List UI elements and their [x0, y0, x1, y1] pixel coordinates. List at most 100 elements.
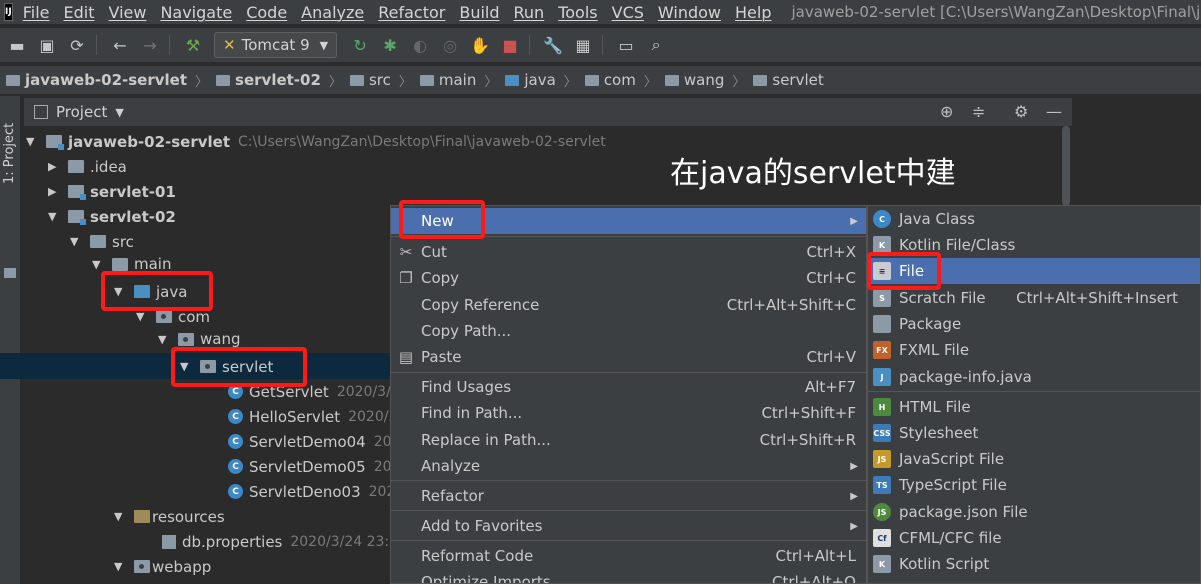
build-hammer-icon[interactable]: ⚒ — [180, 32, 206, 58]
search-icon[interactable]: ⌕ — [643, 32, 669, 58]
submenu-item-package[interactable]: Package — [868, 311, 1200, 337]
package-icon — [156, 310, 172, 323]
menu-run[interactable]: Run — [514, 3, 545, 22]
menu-item-copy-reference[interactable]: Copy Reference Ctrl+Alt+Shift+C — [391, 292, 866, 318]
run-configuration-select[interactable]: ✕ Tomcat 9 ▼ — [214, 32, 338, 58]
submenu-item-kotlin-script[interactable]: K Kotlin Script — [868, 551, 1200, 577]
menu-analyze[interactable]: Analyze — [301, 3, 364, 22]
tree-item-src[interactable]: ▼ src — [70, 229, 134, 254]
menu-item-find-usages[interactable]: Find Usages Alt+F7 — [391, 374, 866, 400]
attach-icon[interactable]: ✋ — [467, 32, 493, 58]
menu-separator — [391, 372, 866, 373]
project-view-selector[interactable]: Project ▼ — [34, 103, 124, 121]
forward-icon[interactable]: → — [137, 32, 163, 58]
rerun-icon[interactable]: ↻ — [347, 32, 373, 58]
tree-scrollbar[interactable] — [1062, 126, 1070, 206]
tree-item-class[interactable]: C ServletDemo04 202 — [228, 429, 400, 454]
submenu-item-cfml[interactable]: Cf CFML/CFC file — [868, 525, 1200, 551]
submenu-item-html[interactable]: H HTML File — [868, 394, 1200, 420]
java-class-icon: C — [228, 484, 243, 499]
menu-code[interactable]: Code — [246, 3, 287, 22]
menu-item-find-in-path[interactable]: Find in Path... Ctrl+Shift+F — [391, 400, 866, 426]
expanded-arrow-icon: ▼ — [114, 560, 123, 573]
submenu-item-javascript[interactable]: JS JavaScript File — [868, 446, 1200, 472]
settings-wrench-icon[interactable]: 🔧 — [540, 32, 566, 58]
menu-refactor[interactable]: Refactor — [378, 3, 445, 22]
back-icon[interactable]: ← — [107, 32, 133, 58]
menu-vcs[interactable]: VCS — [612, 3, 644, 22]
expanded-arrow-icon: ▼ — [70, 235, 79, 248]
menu-view[interactable]: View — [108, 3, 146, 22]
menu-tools[interactable]: Tools — [558, 3, 597, 22]
menu-item-replace-in-path[interactable]: Replace in Path... Ctrl+Shift+R — [391, 427, 866, 453]
package-icon — [873, 315, 891, 333]
menu-help[interactable]: Help — [735, 3, 771, 22]
breadcrumb-item[interactable]: src — [349, 71, 391, 89]
tree-item-root[interactable]: ▼ javaweb-02-servlet C:\Users\WangZan\De… — [26, 129, 606, 154]
coverage-icon[interactable]: ◐ — [407, 32, 433, 58]
tree-item-idea[interactable]: ▶ .idea — [48, 154, 127, 179]
debug-bug-icon[interactable]: ✱ — [377, 32, 403, 58]
tree-item-resources[interactable]: ▼ resources — [114, 504, 225, 529]
save-icon[interactable]: ▣ — [34, 32, 60, 58]
menu-item-cut[interactable]: ✂ Cut Ctrl+X — [391, 239, 866, 265]
breadcrumb-item[interactable]: wang — [664, 71, 724, 89]
submenu-item-package-json[interactable]: JS package.json File — [868, 499, 1200, 525]
tree-item-label: servlet-02 — [90, 207, 176, 226]
menu-item-optimize-imports[interactable]: Optimize Imports Ctrl+Alt+O — [391, 569, 866, 583]
breadcrumb-item[interactable]: main — [419, 71, 476, 89]
menu-file[interactable]: File — [23, 3, 50, 22]
tree-item-class[interactable]: C ServletDeno03 202 — [228, 479, 395, 504]
submenu-arrow-icon: ▶ — [850, 460, 858, 472]
menu-navigate[interactable]: Navigate — [160, 3, 232, 22]
favorites-icon[interactable] — [4, 268, 16, 278]
open-folder-icon[interactable]: ▬ — [4, 32, 30, 58]
fxml-file-icon: FX — [873, 341, 891, 359]
submenu-item-package-info[interactable]: Jpackage-info.java — [868, 364, 1200, 390]
submenu-item-java-class[interactable]: C Java Class — [868, 206, 1200, 232]
breadcrumb-item[interactable]: servlet-02 — [216, 71, 321, 89]
submenu-item-typescript[interactable]: TS TypeScript File — [868, 472, 1200, 498]
hide-panel-icon[interactable]: — — [1046, 102, 1062, 121]
tree-item-class[interactable]: C ServletDemo05 202 — [228, 454, 400, 479]
menu-item-reformat-code[interactable]: Reformat Code Ctrl+Alt+L — [391, 543, 866, 569]
submenu-item-stylesheet[interactable]: CSS Stylesheet — [868, 420, 1200, 446]
menu-item-paste[interactable]: ▤ Paste Ctrl+V — [391, 344, 866, 370]
breadcrumb-item[interactable]: java — [505, 71, 556, 89]
breadcrumb-item[interactable]: com — [584, 71, 636, 89]
collapse-all-icon[interactable]: ≑ — [972, 102, 985, 121]
menu-item-refactor[interactable]: Refactor ▶ — [391, 483, 866, 509]
properties-file-icon — [162, 534, 176, 549]
package-icon — [664, 74, 679, 86]
menu-item-analyze[interactable]: Analyze ▶ — [391, 453, 866, 479]
kotlin-script-icon: K — [873, 555, 891, 573]
javascript-file-icon: JS — [873, 450, 891, 468]
menu-window[interactable]: Window — [658, 3, 721, 22]
gear-icon[interactable]: ⚙ — [1014, 102, 1028, 121]
package-icon — [753, 74, 768, 86]
tree-item-servlet-02[interactable]: ▼ servlet-02 — [48, 204, 176, 229]
project-panel-header: Project ▼ ⊕ ≑ ⚙ — — [24, 98, 1072, 126]
menu-build[interactable]: Build — [459, 3, 499, 22]
menu-item-add-to-favorites[interactable]: Add to Favorites ▶ — [391, 513, 866, 539]
project-structure-icon[interactable]: ▦ — [570, 32, 596, 58]
stop-icon[interactable]: ■ — [497, 32, 523, 58]
sync-icon[interactable]: ⟳ — [64, 32, 90, 58]
folder-icon — [349, 74, 364, 86]
tree-item-class[interactable]: C HelloServlet 2020/3/ — [228, 404, 402, 429]
tree-item-db-properties[interactable]: db.properties 2020/3/24 23:3 — [162, 529, 398, 554]
profile-icon[interactable]: ◎ — [437, 32, 463, 58]
breadcrumb-item[interactable]: servlet — [753, 71, 824, 89]
project-tool-tab[interactable]: 1: Project — [2, 104, 17, 184]
tree-item-wang[interactable]: ▼ wang — [158, 329, 241, 349]
menu-edit[interactable]: Edit — [63, 3, 94, 22]
menu-item-copy[interactable]: ❐ Copy Ctrl+C — [391, 265, 866, 291]
terminal-icon[interactable]: ▭ — [613, 32, 639, 58]
tree-item-webapp[interactable]: ▼ webapp — [114, 554, 211, 579]
tree-item-servlet-01[interactable]: ▶ servlet-01 — [48, 179, 176, 204]
menu-item-copy-path[interactable]: Copy Path... — [391, 318, 866, 344]
locate-target-icon[interactable]: ⊕ — [940, 102, 953, 121]
breadcrumb-item[interactable]: javaweb-02-servlet — [6, 71, 187, 89]
java-class-icon: C — [873, 210, 891, 228]
submenu-item-fxml[interactable]: FX FXML File — [868, 337, 1200, 363]
